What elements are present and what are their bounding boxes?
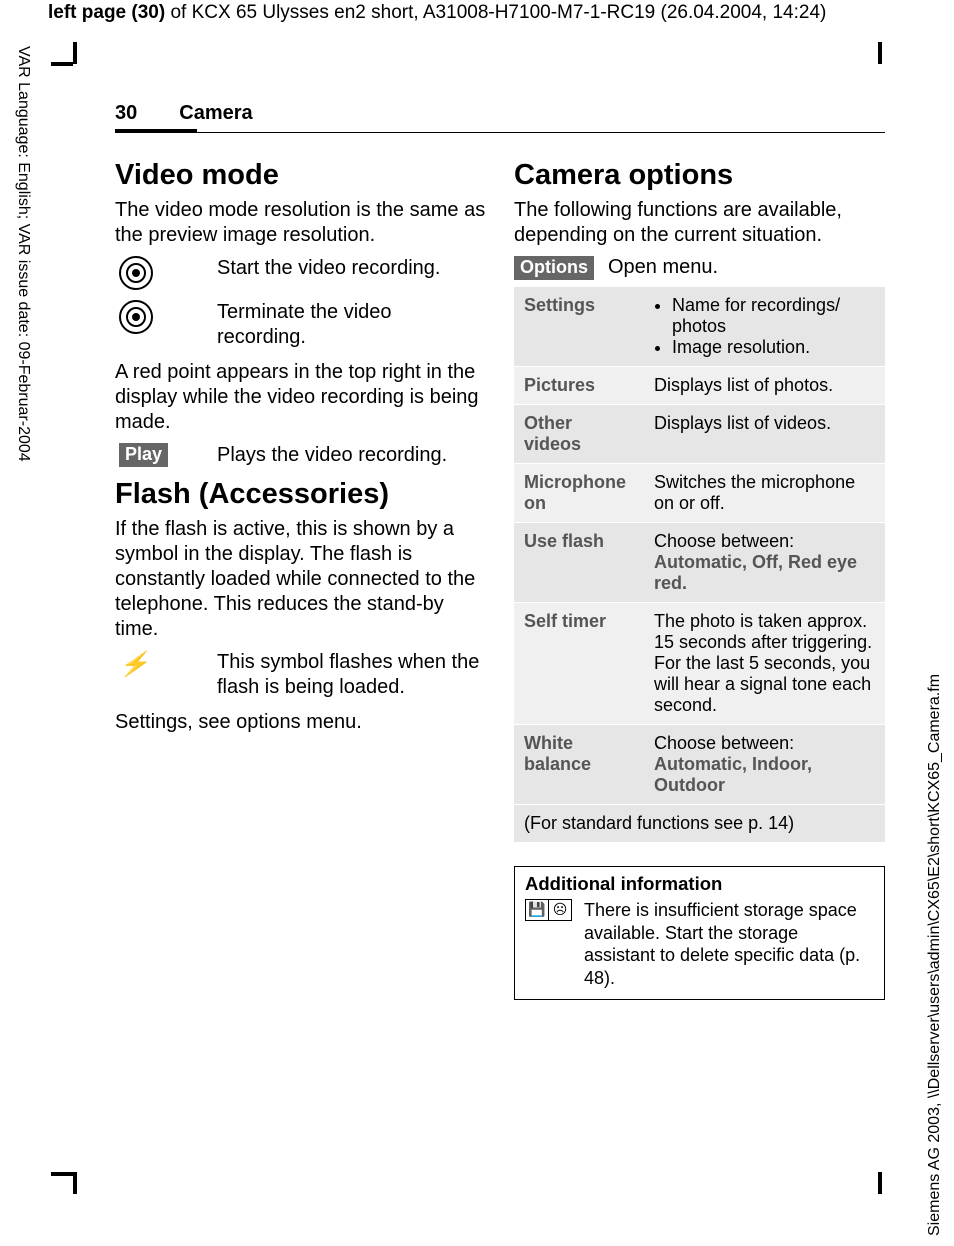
section-title: Camera: [179, 102, 252, 125]
use-flash-options: Automatic, Off, Red eye red.: [654, 552, 857, 593]
side-text-right: Siemens AG 2003, \\Dellserver\users\admi…: [926, 596, 946, 1236]
row-value: The photo is taken approx. 15 seconds af…: [644, 603, 885, 725]
play-softkey: Play: [115, 443, 201, 467]
table-row-pictures: Pictures Displays list of photos.: [514, 367, 885, 405]
video-mode-intro: The video mode resolution is the same as…: [115, 198, 486, 248]
table-row-self-timer: Self timer The photo is taken approx. 15…: [514, 603, 885, 725]
settings-bullet-1: Name for recordings/ photos: [672, 295, 875, 337]
start-recording-row: Start the video recording.: [115, 256, 486, 290]
additional-info-text: There is insufficient storage space avai…: [584, 899, 874, 989]
video-mode-heading: Video mode: [115, 159, 486, 192]
crop-mark: [51, 62, 73, 66]
crop-mark: [878, 1172, 882, 1194]
table-row-other-videos: Other videos Displays list of videos.: [514, 405, 885, 464]
play-softkey-label: Play: [119, 443, 168, 467]
additional-info-title: Additional information: [525, 873, 874, 895]
header-rule: [115, 129, 885, 133]
use-flash-lead: Choose between:: [654, 531, 794, 551]
crop-mark: [73, 42, 77, 64]
storage-icon: 💾☹: [525, 899, 572, 921]
flash-settings-note: Settings, see options menu.: [115, 710, 486, 735]
print-header-prefix: left page (30): [48, 2, 165, 23]
disk-icon: 💾: [526, 900, 549, 920]
running-head: 30 Camera: [115, 102, 885, 129]
flash-icon: ⚡: [115, 650, 201, 679]
frown-icon: ☹: [549, 900, 571, 920]
row-value: Choose between: Automatic, Indoor, Outdo…: [644, 725, 885, 805]
side-text-left: VAR Language: English; VAR issue date: 0…: [12, 46, 32, 546]
page-content: 30 Camera Video mode The video mode reso…: [115, 102, 885, 1000]
options-open-menu-row: Options Open menu.: [514, 256, 885, 280]
print-header: left page (30) of KCX 65 Ulysses en2 sho…: [48, 2, 826, 24]
left-column: Video mode The video mode resolution is …: [115, 153, 486, 1000]
columns: Video mode The video mode resolution is …: [115, 153, 885, 1000]
record-button-icon: [115, 300, 201, 334]
play-row: Play Plays the video recording.: [115, 443, 486, 468]
crop-mark: [73, 1172, 77, 1194]
flash-symbol-row: ⚡ This symbol flashes when the flash is …: [115, 650, 486, 700]
row-value: Displays list of videos.: [644, 405, 885, 464]
options-table: Settings Name for recordings/ photos Ima…: [514, 286, 885, 842]
flash-intro: If the flash is active, this is shown by…: [115, 517, 486, 642]
start-recording-text: Start the video recording.: [217, 256, 486, 281]
red-point-note: A red point appears in the top right in …: [115, 360, 486, 435]
crop-mark: [51, 1172, 73, 1176]
table-row-settings: Settings Name for recordings/ photos Ima…: [514, 287, 885, 367]
additional-info-box: Additional information 💾☹ There is insuf…: [514, 866, 885, 1000]
flash-symbol-text: This symbol flashes when the flash is be…: [217, 650, 486, 700]
play-text: Plays the video recording.: [217, 443, 486, 468]
page-number: 30: [115, 102, 137, 125]
settings-bullet-2: Image resolution.: [672, 337, 875, 358]
row-value: Displays list of photos.: [644, 367, 885, 405]
options-footer: (For standard functions see p. 14): [514, 805, 885, 843]
row-value: Name for recordings/ photos Image resolu…: [644, 287, 885, 367]
flash-heading: Flash (Accessories): [115, 478, 486, 511]
row-label: Use flash: [514, 523, 644, 603]
row-label: Settings: [514, 287, 644, 367]
options-open-menu-text: Open menu.: [608, 256, 718, 279]
crop-mark: [878, 42, 882, 64]
table-row-footer: (For standard functions see p. 14): [514, 805, 885, 843]
additional-info-row: 💾☹ There is insufficient storage space a…: [525, 899, 874, 989]
table-row-use-flash: Use flash Choose between: Automatic, Off…: [514, 523, 885, 603]
white-balance-options: Automatic, Indoor, Outdoor: [654, 754, 812, 795]
row-label: Other videos: [514, 405, 644, 464]
rule-thick: [115, 129, 197, 133]
row-value: Choose between: Automatic, Off, Red eye …: [644, 523, 885, 603]
row-value: Switches the microphone on or off.: [644, 464, 885, 523]
camera-options-heading: Camera options: [514, 159, 885, 192]
stop-recording-row: Terminate the video recording.: [115, 300, 486, 350]
record-button-icon: [115, 256, 201, 290]
table-row-microphone: Microphone on Switches the microphone on…: [514, 464, 885, 523]
table-row-white-balance: White balance Choose between: Automatic,…: [514, 725, 885, 805]
options-softkey: Options: [514, 256, 594, 280]
row-label: Self timer: [514, 603, 644, 725]
camera-options-intro: The following functions are available, d…: [514, 198, 885, 248]
white-balance-lead: Choose between:: [654, 733, 794, 753]
rule-thin: [197, 132, 885, 133]
stop-recording-text: Terminate the video recording.: [217, 300, 486, 350]
row-label: Pictures: [514, 367, 644, 405]
row-label: Microphone on: [514, 464, 644, 523]
right-column: Camera options The following functions a…: [514, 153, 885, 1000]
print-header-rest: of KCX 65 Ulysses en2 short, A31008-H710…: [165, 2, 826, 23]
row-label: White balance: [514, 725, 644, 805]
